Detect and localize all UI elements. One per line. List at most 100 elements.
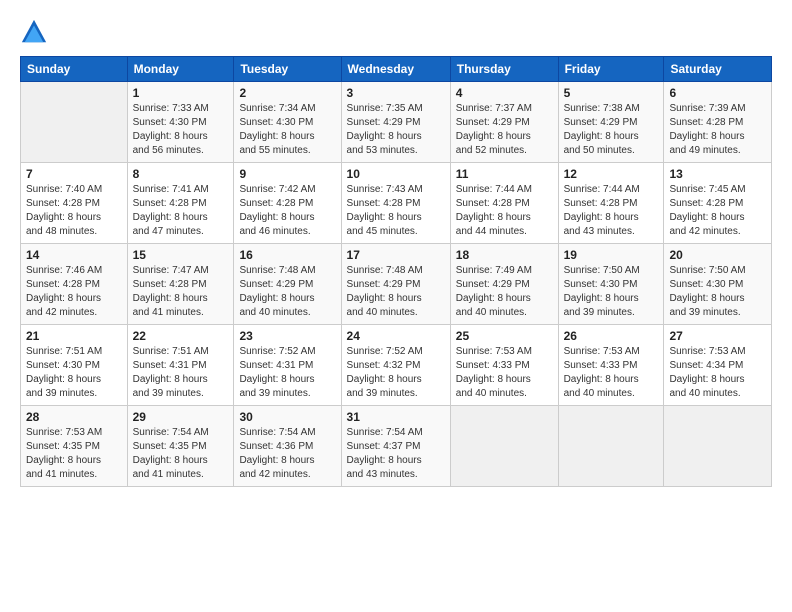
day-info: Sunrise: 7:47 AM Sunset: 4:28 PM Dayligh…: [133, 264, 229, 320]
day-number: 18: [456, 248, 553, 262]
day-number: 26: [564, 329, 659, 343]
day-cell: 31 Sunrise: 7:54 AM Sunset: 4:37 PM Dayli…: [341, 406, 450, 487]
weekday-header-wednesday: Wednesday: [341, 57, 450, 82]
day-cell: 25 Sunrise: 7:53 AM Sunset: 4:33 PM Dayli…: [450, 325, 558, 406]
day-info: Sunrise: 7:48 AM Sunset: 4:29 PM Dayligh…: [347, 264, 445, 320]
day-number: 21: [26, 329, 122, 343]
day-cell: [664, 406, 772, 487]
day-number: 17: [347, 248, 445, 262]
day-number: 11: [456, 167, 553, 181]
day-cell: 15 Sunrise: 7:47 AM Sunset: 4:28 PM Dayli…: [127, 244, 234, 325]
day-info: Sunrise: 7:54 AM Sunset: 4:35 PM Dayligh…: [133, 426, 229, 482]
day-number: 4: [456, 86, 553, 100]
weekday-header-tuesday: Tuesday: [234, 57, 341, 82]
calendar: SundayMondayTuesdayWednesdayThursdayFrid…: [20, 56, 772, 487]
day-number: 31: [347, 410, 445, 424]
day-info: Sunrise: 7:33 AM Sunset: 4:30 PM Dayligh…: [133, 102, 229, 158]
calendar-header: SundayMondayTuesdayWednesdayThursdayFrid…: [21, 57, 772, 82]
day-cell: 7 Sunrise: 7:40 AM Sunset: 4:28 PM Daylig…: [21, 163, 128, 244]
day-info: Sunrise: 7:35 AM Sunset: 4:29 PM Dayligh…: [347, 102, 445, 158]
day-cell: [21, 82, 128, 163]
weekday-header-friday: Friday: [558, 57, 664, 82]
day-cell: 22 Sunrise: 7:51 AM Sunset: 4:31 PM Dayli…: [127, 325, 234, 406]
day-number: 3: [347, 86, 445, 100]
day-number: 25: [456, 329, 553, 343]
week-row-3: 14 Sunrise: 7:46 AM Sunset: 4:28 PM Dayli…: [21, 244, 772, 325]
day-number: 27: [669, 329, 766, 343]
day-cell: [558, 406, 664, 487]
day-number: 19: [564, 248, 659, 262]
day-number: 23: [239, 329, 335, 343]
day-cell: 4 Sunrise: 7:37 AM Sunset: 4:29 PM Daylig…: [450, 82, 558, 163]
day-number: 8: [133, 167, 229, 181]
day-number: 20: [669, 248, 766, 262]
weekday-header-saturday: Saturday: [664, 57, 772, 82]
week-row-1: 1 Sunrise: 7:33 AM Sunset: 4:30 PM Daylig…: [21, 82, 772, 163]
day-cell: 10Sunrise: 7:43 AM Sunset: 4:28 PM Dayli…: [341, 163, 450, 244]
day-info: Sunrise: 7:42 AM Sunset: 4:28 PM Dayligh…: [239, 183, 335, 239]
day-info: Sunrise: 7:52 AM Sunset: 4:32 PM Dayligh…: [347, 345, 445, 401]
day-number: 12: [564, 167, 659, 181]
day-cell: 9 Sunrise: 7:42 AM Sunset: 4:28 PM Daylig…: [234, 163, 341, 244]
day-cell: 29Sunrise: 7:54 AM Sunset: 4:35 PM Dayli…: [127, 406, 234, 487]
day-number: 6: [669, 86, 766, 100]
day-info: Sunrise: 7:44 AM Sunset: 4:28 PM Dayligh…: [564, 183, 659, 239]
day-cell: 16Sunrise: 7:48 AM Sunset: 4:29 PM Dayli…: [234, 244, 341, 325]
day-cell: 21 Sunrise: 7:51 AM Sunset: 4:30 PM Dayli…: [21, 325, 128, 406]
day-info: Sunrise: 7:51 AM Sunset: 4:30 PM Dayligh…: [26, 345, 122, 401]
day-cell: 3 Sunrise: 7:35 AM Sunset: 4:29 PM Daylig…: [341, 82, 450, 163]
day-number: 2: [239, 86, 335, 100]
day-info: Sunrise: 7:53 AM Sunset: 4:35 PM Dayligh…: [26, 426, 122, 482]
day-info: Sunrise: 7:34 AM Sunset: 4:30 PM Dayligh…: [239, 102, 335, 158]
logo-icon: [20, 18, 48, 46]
day-cell: 19 Sunrise: 7:50 AM Sunset: 4:30 PM Dayli…: [558, 244, 664, 325]
day-info: Sunrise: 7:51 AM Sunset: 4:31 PM Dayligh…: [133, 345, 229, 401]
weekday-header-sunday: Sunday: [21, 57, 128, 82]
day-info: Sunrise: 7:37 AM Sunset: 4:29 PM Dayligh…: [456, 102, 553, 158]
day-info: Sunrise: 7:53 AM Sunset: 4:34 PM Dayligh…: [669, 345, 766, 401]
day-number: 5: [564, 86, 659, 100]
day-number: 30: [239, 410, 335, 424]
day-cell: 2 Sunrise: 7:34 AM Sunset: 4:30 PM Daylig…: [234, 82, 341, 163]
calendar-body: 1 Sunrise: 7:33 AM Sunset: 4:30 PM Daylig…: [21, 82, 772, 487]
day-info: Sunrise: 7:45 AM Sunset: 4:28 PM Dayligh…: [669, 183, 766, 239]
day-cell: 13 Sunrise: 7:45 AM Sunset: 4:28 PM Dayli…: [664, 163, 772, 244]
week-row-2: 7 Sunrise: 7:40 AM Sunset: 4:28 PM Daylig…: [21, 163, 772, 244]
day-info: Sunrise: 7:50 AM Sunset: 4:30 PM Dayligh…: [564, 264, 659, 320]
day-info: Sunrise: 7:52 AM Sunset: 4:31 PM Dayligh…: [239, 345, 335, 401]
day-number: 1: [133, 86, 229, 100]
day-info: Sunrise: 7:53 AM Sunset: 4:33 PM Dayligh…: [456, 345, 553, 401]
day-info: Sunrise: 7:43 AM Sunset: 4:28 PM Dayligh…: [347, 183, 445, 239]
day-number: 15: [133, 248, 229, 262]
day-cell: 20Sunrise: 7:50 AM Sunset: 4:30 PM Dayli…: [664, 244, 772, 325]
day-info: Sunrise: 7:54 AM Sunset: 4:36 PM Dayligh…: [239, 426, 335, 482]
day-info: Sunrise: 7:38 AM Sunset: 4:29 PM Dayligh…: [564, 102, 659, 158]
weekday-row: SundayMondayTuesdayWednesdayThursdayFrid…: [21, 57, 772, 82]
day-number: 9: [239, 167, 335, 181]
day-info: Sunrise: 7:40 AM Sunset: 4:28 PM Dayligh…: [26, 183, 122, 239]
day-cell: 1 Sunrise: 7:33 AM Sunset: 4:30 PM Daylig…: [127, 82, 234, 163]
day-info: Sunrise: 7:54 AM Sunset: 4:37 PM Dayligh…: [347, 426, 445, 482]
weekday-header-thursday: Thursday: [450, 57, 558, 82]
day-cell: 28 Sunrise: 7:53 AM Sunset: 4:35 PM Dayli…: [21, 406, 128, 487]
day-number: 7: [26, 167, 122, 181]
day-cell: [450, 406, 558, 487]
day-number: 13: [669, 167, 766, 181]
day-cell: 17 Sunrise: 7:48 AM Sunset: 4:29 PM Dayli…: [341, 244, 450, 325]
day-info: Sunrise: 7:53 AM Sunset: 4:33 PM Dayligh…: [564, 345, 659, 401]
week-row-4: 21 Sunrise: 7:51 AM Sunset: 4:30 PM Dayli…: [21, 325, 772, 406]
day-number: 14: [26, 248, 122, 262]
day-info: Sunrise: 7:44 AM Sunset: 4:28 PM Dayligh…: [456, 183, 553, 239]
day-info: Sunrise: 7:49 AM Sunset: 4:29 PM Dayligh…: [456, 264, 553, 320]
day-cell: 23 Sunrise: 7:52 AM Sunset: 4:31 PM Dayli…: [234, 325, 341, 406]
day-info: Sunrise: 7:48 AM Sunset: 4:29 PM Dayligh…: [239, 264, 335, 320]
page: SundayMondayTuesdayWednesdayThursdayFrid…: [0, 0, 792, 612]
day-cell: 6Sunrise: 7:39 AM Sunset: 4:28 PM Daylig…: [664, 82, 772, 163]
day-number: 28: [26, 410, 122, 424]
day-cell: 11 Sunrise: 7:44 AM Sunset: 4:28 PM Dayli…: [450, 163, 558, 244]
day-number: 22: [133, 329, 229, 343]
day-number: 24: [347, 329, 445, 343]
day-cell: 5 Sunrise: 7:38 AM Sunset: 4:29 PM Daylig…: [558, 82, 664, 163]
day-info: Sunrise: 7:46 AM Sunset: 4:28 PM Dayligh…: [26, 264, 122, 320]
weekday-header-monday: Monday: [127, 57, 234, 82]
